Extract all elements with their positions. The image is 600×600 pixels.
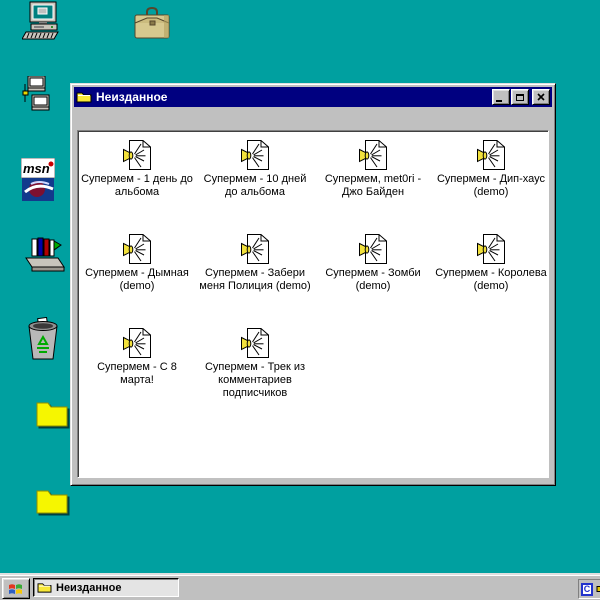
close-icon [537, 93, 545, 101]
file-label: Супермем - Дымная (demo) [81, 267, 193, 293]
system-tray: C [578, 579, 600, 599]
file-item[interactable]: Супермем - 1 день до альбома [80, 139, 194, 233]
inbox-icon[interactable] [24, 234, 66, 281]
network-neighborhood-icon[interactable] [22, 76, 62, 117]
audio-file-icon [122, 139, 152, 171]
maximize-button[interactable] [511, 89, 529, 105]
file-label: Супермем - Зомби (demo) [317, 267, 429, 293]
audio-file-icon [358, 233, 388, 265]
start-button[interactable] [2, 578, 30, 599]
audio-file-icon [240, 233, 270, 265]
briefcase-glyph [133, 6, 171, 42]
folder-glyph [36, 486, 68, 516]
file-item[interactable]: Супермем - Забери меня Полиция (demo) [198, 233, 312, 327]
msn-glyph: msn [21, 158, 55, 202]
volume-icon[interactable] [595, 582, 600, 596]
inbox-glyph [24, 234, 66, 276]
file-item[interactable]: Супермем - Трек из комментариев подписчи… [198, 327, 312, 421]
file-item[interactable]: Супермем - С 8 марта! [80, 327, 194, 421]
my-computer-icon[interactable] [22, 1, 64, 46]
audio-file-icon [122, 327, 152, 359]
file-item[interactable]: Супермем - Дип-хаус (demo) [434, 139, 548, 233]
file-item[interactable]: Супермем, met0ri - Джо Байден [316, 139, 430, 233]
window-titlebar[interactable]: Неизданное [74, 87, 552, 107]
file-label: Супермем, met0ri - Джо Байден [317, 173, 429, 199]
window-title: Неизданное [96, 90, 491, 104]
taskbar-task-button[interactable]: Неизданное [33, 578, 179, 597]
folder-icon[interactable] [36, 486, 68, 521]
audio-file-icon [240, 327, 270, 359]
folder-icon[interactable] [36, 396, 68, 435]
minimize-icon [496, 100, 502, 102]
file-label: Супермем - Дип-хаус (demo) [435, 173, 547, 199]
file-label: Супермем - Забери меня Полиция (demo) [199, 267, 311, 293]
file-label: Супермем - Королева (demo) [435, 267, 547, 293]
folder-icon [76, 90, 92, 104]
close-button[interactable] [532, 89, 550, 105]
svg-text:msn: msn [23, 161, 50, 176]
desktop: { "colors": { "desktop": "#00A0A0", "tit… [0, 0, 600, 600]
file-grid: Супермем - 1 день до альбома Супермем - … [78, 131, 548, 421]
minimize-button[interactable] [492, 89, 510, 105]
briefcase-icon[interactable] [133, 6, 171, 47]
file-item[interactable]: Супермем - Королева (demo) [434, 233, 548, 327]
file-item[interactable]: Супермем - 10 дней до альбома [198, 139, 312, 233]
recycle-bin-glyph [25, 317, 61, 361]
audio-file-icon [122, 233, 152, 265]
audio-file-icon [358, 139, 388, 171]
file-label: Супермем - Трек из комментариев подписчи… [199, 361, 311, 400]
network-glyph [22, 76, 62, 112]
file-list-area: Супермем - 1 день до альбома Супермем - … [77, 130, 549, 478]
windows-logo-icon [8, 582, 24, 596]
explorer-window: Неизданное Супермем - 1 день до альбома … [70, 83, 556, 486]
folder-icon [37, 581, 52, 594]
taskbar: Неизданное C [0, 575, 600, 600]
file-label: Супермем - 1 день до альбома [81, 173, 193, 199]
audio-file-icon [240, 139, 270, 171]
task-button-label: Неизданное [56, 582, 122, 594]
file-label: Супермем - С 8 марта! [81, 361, 193, 387]
msn-icon[interactable]: msn [21, 158, 55, 207]
language-indicator[interactable]: C [581, 583, 593, 596]
recycle-bin-icon[interactable] [25, 317, 61, 366]
audio-file-icon [476, 139, 506, 171]
folder-glyph [36, 396, 68, 430]
file-item[interactable]: Супермем - Зомби (demo) [316, 233, 430, 327]
file-item[interactable]: Супермем - Дымная (demo) [80, 233, 194, 327]
maximize-icon [516, 94, 524, 101]
audio-file-icon [476, 233, 506, 265]
computer-glyph [22, 1, 64, 41]
file-label: Супермем - 10 дней до альбома [199, 173, 311, 199]
